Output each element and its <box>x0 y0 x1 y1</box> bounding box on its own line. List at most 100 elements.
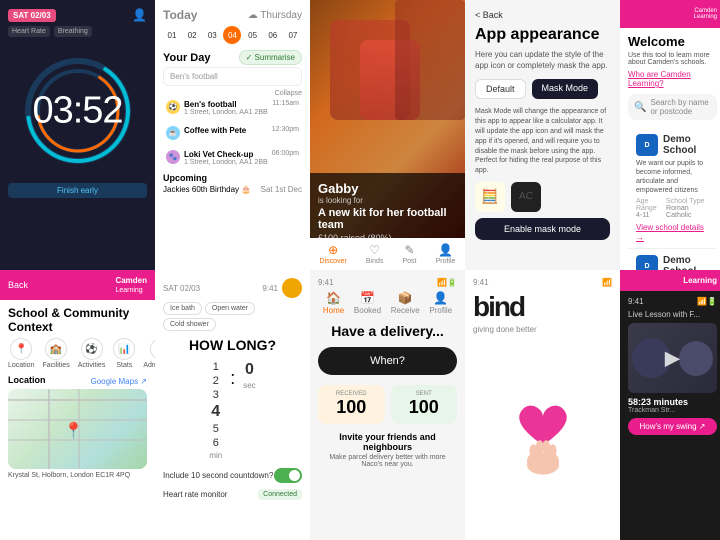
calculator-icon: 🧮 <box>475 182 505 212</box>
countdown-label: Include 10 second countdown? <box>163 471 273 480</box>
welcome-desc: Use this tool to learn more about Camden… <box>628 52 717 66</box>
school-logo-1: D <box>636 255 658 270</box>
bind-tagline: giving done better <box>473 325 612 334</box>
map-pin: 📍 <box>64 421 84 441</box>
bind-status: 📶 <box>602 278 612 287</box>
received-value: 100 <box>324 397 379 418</box>
day-06[interactable]: 06 <box>264 26 282 44</box>
when-button[interactable]: When? <box>318 347 457 375</box>
cold-shower-tag[interactable]: Cold shower <box>163 318 216 331</box>
health-tracker-cell: SAT 02/03 👤 Heart Rate Breathing 03:52 F… <box>0 0 155 270</box>
finish-early-badge[interactable]: Finish early <box>8 183 147 198</box>
back-button[interactable]: < Back <box>475 10 610 20</box>
delivery-nav-profile[interactable]: 👤 Profile <box>429 291 452 315</box>
shower-header: SAT 02/03 9:41 <box>163 278 302 298</box>
collapse-button[interactable]: Collapse <box>275 90 302 97</box>
school-card-header-0: D Demo School <box>636 134 709 156</box>
day-02[interactable]: 02 <box>183 26 201 44</box>
day-04-active[interactable]: 04 <box>223 26 241 44</box>
week-days-row: 01 02 03 04 05 06 07 <box>163 26 302 44</box>
countdown-toggle[interactable] <box>274 468 302 483</box>
minutes-column: 1 2 3 4 5 6 min <box>209 361 222 460</box>
google-maps-link[interactable]: Google Maps ↗ <box>90 377 147 386</box>
user-name: Gabby <box>318 181 457 196</box>
lesson-info: 58:23 minutes Trackman Str... <box>628 397 717 414</box>
day-label: ☁ Thursday <box>248 10 302 21</box>
dark-app-icon: AC <box>511 182 541 212</box>
shower-avatar <box>282 278 302 298</box>
timer-selector: 1 2 3 4 5 6 min : 0 sec <box>163 361 302 460</box>
ice-bath-tag[interactable]: Ice bath <box>163 302 202 315</box>
camden-link[interactable]: Who are Camden Learning? <box>628 70 717 88</box>
enable-mask-button[interactable]: Enable mask mode <box>475 218 610 240</box>
day-07[interactable]: 07 <box>284 26 302 44</box>
nav-profile[interactable]: 👤 Profile <box>436 243 456 265</box>
default-mode-button[interactable]: Default <box>475 79 526 99</box>
video-thumbnail[interactable]: ▶ <box>628 323 717 393</box>
looking-for-label: is looking for <box>318 196 457 205</box>
welcome-section: Welcome Use this tool to learn more abou… <box>620 28 720 270</box>
bottom-nav-bar: ⊕ Discover ♡ Binds ✎ Post 👤 Profile <box>310 238 465 270</box>
calendar-today-label: Today <box>163 8 197 22</box>
facilities-icon-item[interactable]: 🏫 Facilities <box>42 338 69 369</box>
welcome-title: Welcome <box>628 34 717 49</box>
day-03[interactable]: 03 <box>203 26 221 44</box>
invite-section: Invite your friends and neighbours Make … <box>318 432 457 468</box>
lesson-title: Live Lesson with F... <box>628 310 717 319</box>
location-icon-item[interactable]: 📍 Location <box>8 338 34 369</box>
event-vet: 🐾 Loki Vet Check-up 1 Street, London, AA… <box>163 147 302 169</box>
search-bar[interactable]: 🔍 Search by name or postcode <box>628 94 717 120</box>
nav-discover[interactable]: ⊕ Discover <box>320 243 347 265</box>
nav-post[interactable]: ✎ Post <box>402 243 416 265</box>
social-photo-cell: Gabby is looking for A new kit for her f… <box>310 0 465 270</box>
binds-icon: ♡ <box>369 243 380 257</box>
invite-title: Invite your friends and neighbours <box>318 432 457 452</box>
sent-value: 100 <box>397 397 452 418</box>
day-01[interactable]: 01 <box>163 26 181 44</box>
nav-binds[interactable]: ♡ Binds <box>366 243 384 265</box>
heart-rate-metric: Heart Rate <box>8 26 50 37</box>
profile-icon: 👤 <box>438 243 453 257</box>
booked-icon: 📅 <box>360 291 375 305</box>
post-icon: ✎ <box>404 243 414 257</box>
delivery-nav-receive[interactable]: 📦 Receive <box>391 291 420 315</box>
heart-svg <box>503 392 583 482</box>
view-school-link-0[interactable]: View school details → <box>636 223 704 242</box>
home-icon: 🏠 <box>326 291 341 305</box>
admissions-icon-item[interactable]: 📋 Admissions <box>143 338 155 369</box>
play-button[interactable]: ▶ <box>665 346 680 371</box>
delivery-nav-home[interactable]: 🏠 Home <box>323 291 344 315</box>
shower-timer-cell: SAT 02/03 9:41 Ice bath Open water Cold … <box>155 270 310 540</box>
swing-button[interactable]: How's my swing ↗ <box>628 418 717 435</box>
location-section: Location Google Maps ↗ 📍 Krystal St, Hol… <box>8 375 147 479</box>
delivery-stats-row: RECEIVED 100 SENT 100 <box>318 385 457 424</box>
delivery-time: 9:41 <box>318 278 334 287</box>
video-content: 9:41 📶🔋 Live Lesson with F... ▶ 58:23 mi… <box>620 291 720 441</box>
mask-mode-button[interactable]: Mask Mode <box>532 79 599 99</box>
event-icon-vet: 🐾 <box>166 150 180 164</box>
stats-icon-item[interactable]: 📊 Stats <box>113 338 135 369</box>
event-input[interactable]: Ben's football <box>163 67 302 86</box>
heart-rate-row: Heart rate monitor Connected <box>163 489 302 500</box>
camden-learning-cell: Camden Learning Welcome Use this tool to… <box>620 0 720 270</box>
upcoming-name-0: Jackies 60th Birthday 🎂 <box>163 185 251 194</box>
event-time-1: 12:30pm <box>272 126 299 133</box>
delivery-nav-booked[interactable]: 📅 Booked <box>354 291 381 315</box>
selected-minutes[interactable]: 4 <box>211 403 220 421</box>
bind-logo: bind <box>473 291 612 323</box>
school-community-header: Back CamdenLearning <box>0 270 155 300</box>
summarise-button[interactable]: ✓ Summarise <box>239 50 302 65</box>
school-back-button[interactable]: Back <box>8 280 28 290</box>
day-05[interactable]: 05 <box>244 26 262 44</box>
open-water-tag[interactable]: Open water <box>205 302 255 315</box>
school-desc-0: We want our pupils to become informed, a… <box>636 159 709 195</box>
stats-icon: 📊 <box>113 338 135 360</box>
goal-text: A new kit for her football team <box>318 207 457 231</box>
nav-profile-label: Profile <box>436 258 456 265</box>
school-icon-row: 📍 Location 🏫 Facilities ⚽ Activities 📊 S… <box>8 338 147 369</box>
video-lesson-cell: Learning 9:41 📶🔋 Live Lesson with F... ▶… <box>620 270 720 540</box>
school-address: Krystal St, Holborn, London EC1R 4PQ <box>8 472 147 479</box>
app-preview-row: 🧮 AC <box>475 182 610 212</box>
activities-icon-item[interactable]: ⚽ Activities <box>78 338 106 369</box>
selected-seconds[interactable]: 0 <box>245 361 254 379</box>
